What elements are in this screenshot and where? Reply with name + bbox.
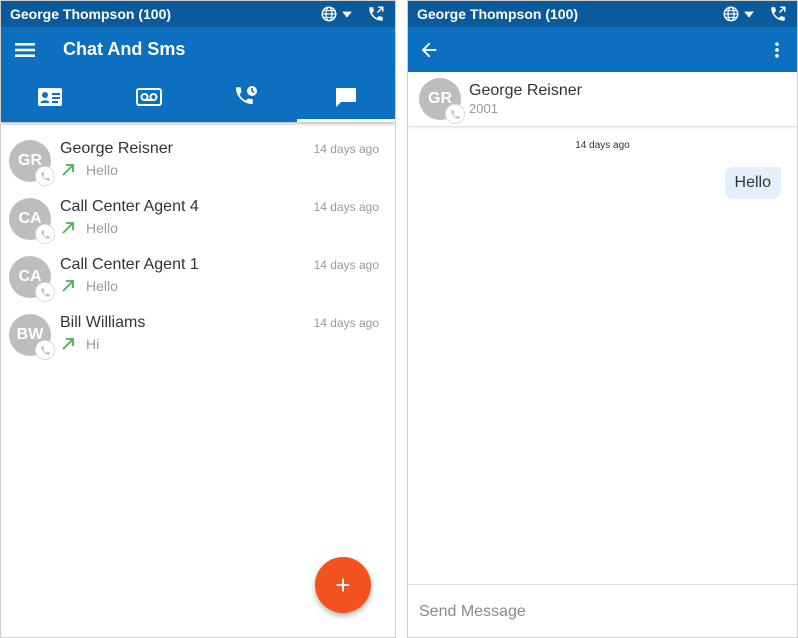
contact-card-icon — [38, 88, 63, 106]
phone-status-button[interactable] — [769, 4, 787, 24]
current-user-label: George Thompson (100) — [417, 6, 579, 22]
more-options-button[interactable] — [767, 40, 787, 60]
message-preview: Hello — [86, 162, 118, 178]
menu-button[interactable] — [13, 38, 37, 62]
phone-forward-icon — [369, 6, 384, 21]
chat-panel: George Thompson (100) GR George Reisner … — [407, 0, 798, 638]
avatar: GR — [9, 140, 55, 186]
back-button[interactable] — [418, 39, 440, 61]
message-composer — [408, 584, 797, 637]
tab-call-history[interactable] — [198, 72, 297, 122]
tab-voicemail[interactable] — [100, 72, 199, 122]
outgoing-arrow-icon — [62, 338, 74, 350]
globe-icon — [723, 6, 739, 22]
phone-badge — [35, 282, 55, 302]
message-preview: Hi — [86, 336, 100, 352]
page-title: Chat And Sms — [63, 39, 186, 59]
conversation-list: GR George Reisner 14 days ago Hello CA C… — [1, 122, 395, 364]
app-bar: Chat And Sms — [1, 27, 395, 72]
phone-forward-icon — [771, 6, 786, 21]
call-history-icon — [236, 86, 258, 104]
phone-badge — [35, 224, 55, 244]
current-user-label: George Thompson (100) — [10, 6, 172, 22]
phone-status-button[interactable] — [367, 4, 385, 24]
phone-icon — [40, 345, 50, 355]
conversation-time: 14 days ago — [313, 142, 379, 156]
language-selector[interactable] — [722, 4, 755, 24]
phone-badge — [445, 104, 465, 124]
tab-contacts[interactable] — [1, 72, 100, 122]
contact-extension: 2001 — [469, 101, 498, 116]
phone-icon — [40, 287, 50, 297]
conversation-time: 14 days ago — [313, 316, 379, 330]
language-selector[interactable] — [320, 4, 353, 24]
conversation-name: Bill Williams — [60, 314, 146, 331]
conversation-name: George Reisner — [60, 140, 173, 157]
avatar: BW — [9, 314, 55, 360]
chat-app-bar — [408, 27, 797, 72]
message-preview: Hello — [86, 278, 118, 294]
list-item[interactable]: GR George Reisner 14 days ago Hello — [1, 132, 395, 190]
contact-header[interactable]: GR George Reisner 2001 — [408, 72, 797, 127]
list-item[interactable]: CA Call Center Agent 1 14 days ago Hello — [1, 248, 395, 306]
tab-chat[interactable] — [296, 72, 396, 122]
caret-down-icon — [342, 11, 352, 18]
phone-badge — [35, 166, 55, 186]
outgoing-arrow-icon — [62, 222, 74, 234]
avatar: GR — [419, 78, 465, 124]
avatar: CA — [9, 256, 55, 302]
list-item[interactable]: CA Call Center Agent 4 14 days ago Hello — [1, 190, 395, 248]
status-bar: George Thompson (100) — [1, 1, 395, 27]
conversation-name: Call Center Agent 4 — [60, 198, 199, 215]
message-input[interactable] — [419, 603, 797, 621]
phone-icon — [40, 171, 50, 181]
contact-name: George Reisner — [469, 82, 582, 99]
more-vertical-icon — [775, 41, 779, 58]
phone-icon — [40, 229, 50, 239]
chat-icon — [335, 88, 356, 107]
voicemail-icon — [135, 88, 162, 106]
phone-badge — [35, 340, 55, 360]
status-bar: George Thompson (100) — [408, 1, 797, 27]
message-thread: 14 days ago Hello — [408, 127, 797, 585]
hamburger-menu-icon — [15, 42, 35, 57]
globe-icon — [321, 6, 337, 22]
avatar: CA — [9, 198, 55, 244]
message-preview: Hello — [86, 220, 118, 236]
outgoing-message-bubble: Hello — [724, 167, 781, 199]
conversation-list-panel: George Thompson (100) Chat And Sms GR Ge… — [0, 0, 396, 638]
outgoing-arrow-icon — [62, 280, 74, 292]
outgoing-arrow-icon — [62, 164, 74, 176]
new-conversation-button[interactable]: + — [315, 557, 371, 613]
main-tabs — [1, 72, 395, 122]
phone-icon — [450, 109, 460, 119]
conversation-name: Call Center Agent 1 — [60, 256, 199, 273]
caret-down-icon — [744, 11, 754, 18]
conversation-time: 14 days ago — [313, 258, 379, 272]
conversation-time: 14 days ago — [313, 200, 379, 214]
date-divider: 14 days ago — [575, 140, 630, 151]
list-item[interactable]: BW Bill Williams 14 days ago Hi — [1, 306, 395, 364]
arrow-left-icon — [421, 42, 437, 57]
plus-icon: + — [335, 569, 351, 600]
